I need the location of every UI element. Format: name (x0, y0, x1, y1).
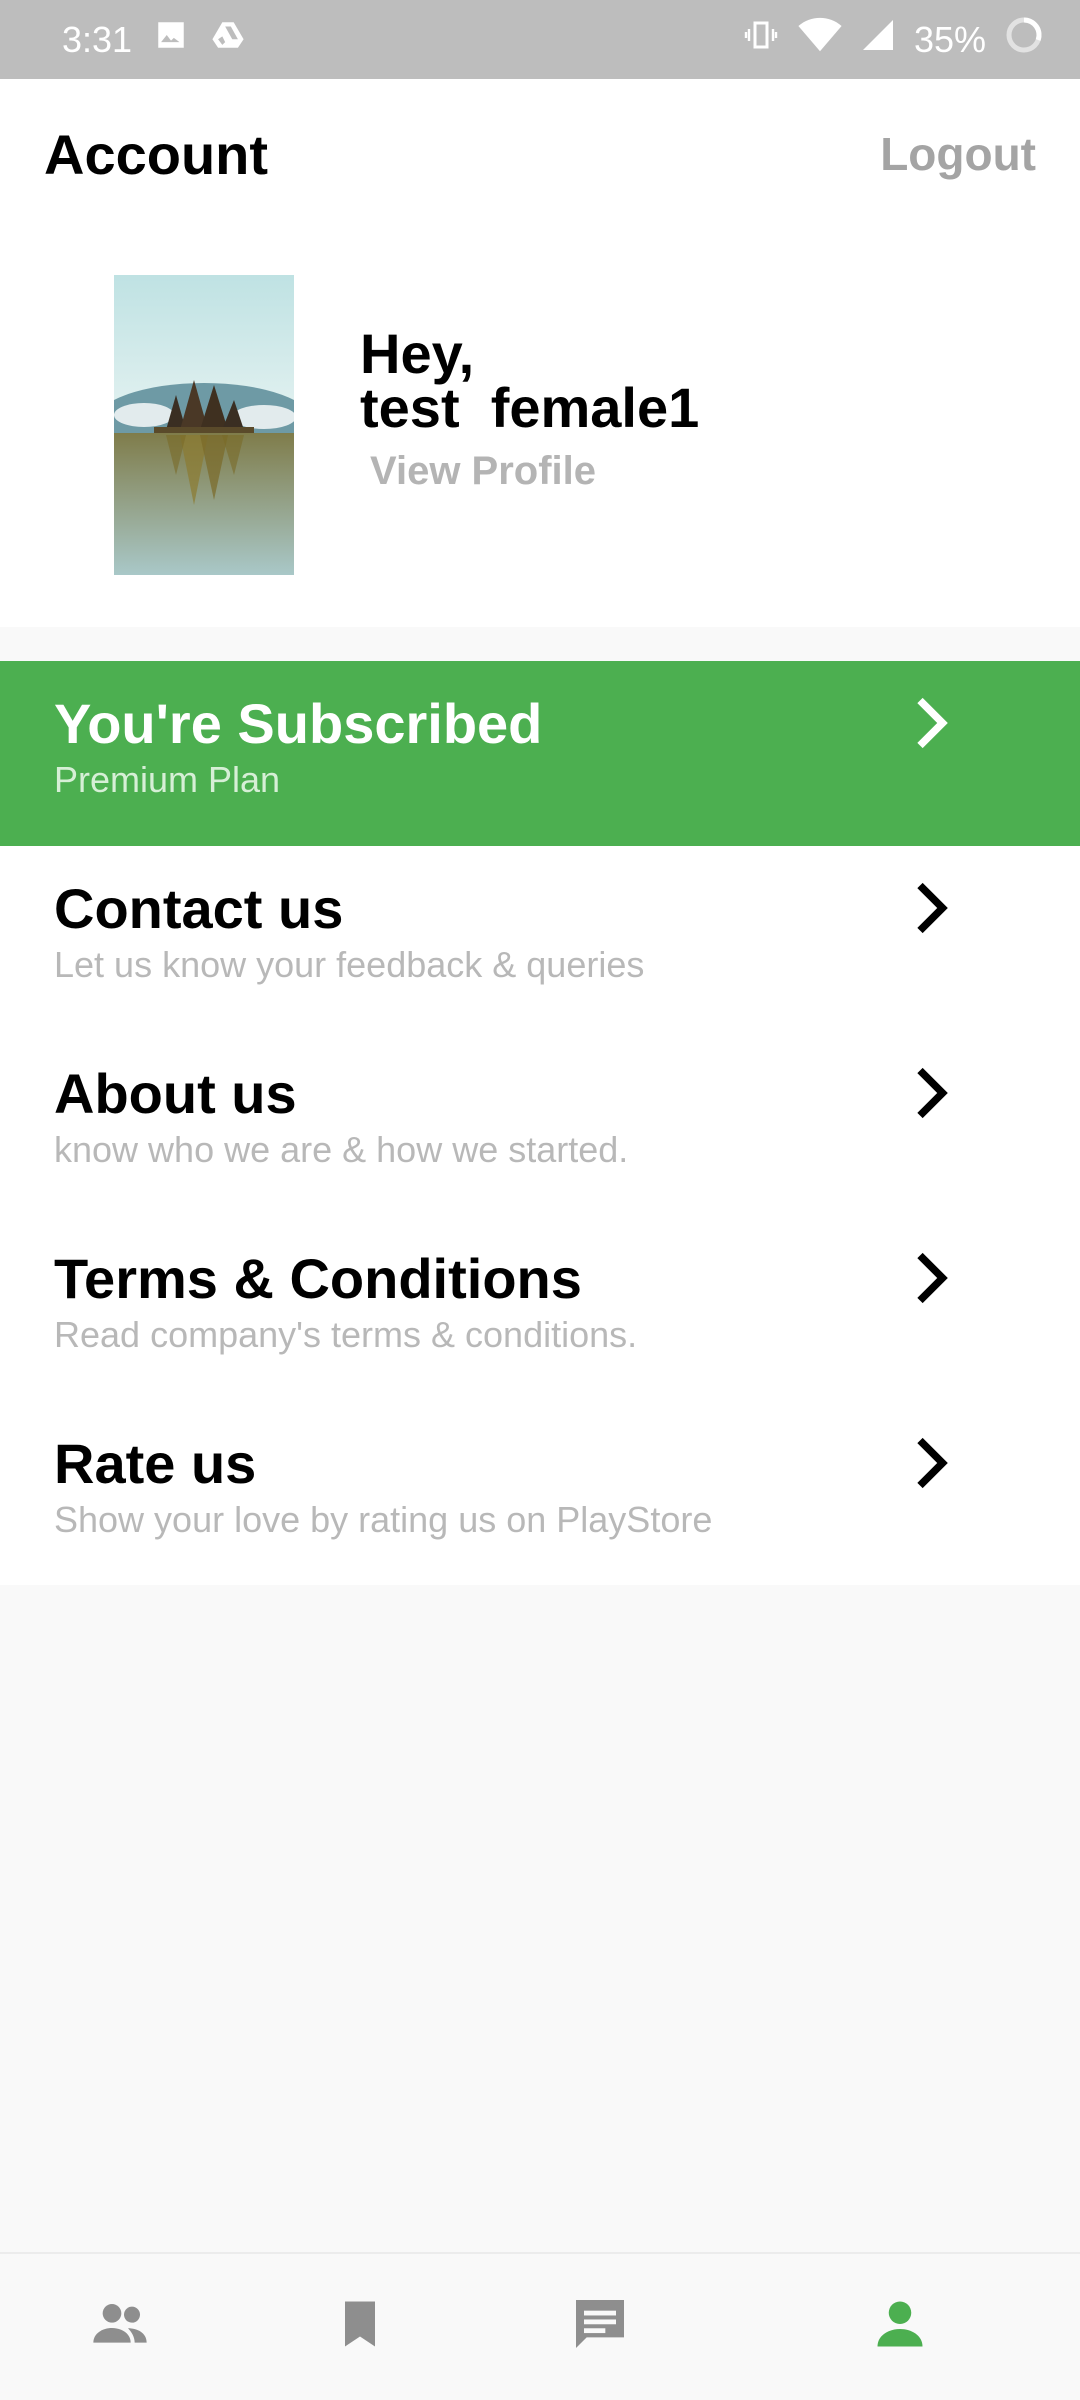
menu-item-rate-us[interactable]: Rate us Show your love by rating us on P… (0, 1401, 1080, 1586)
nav-messages[interactable] (550, 2274, 650, 2374)
chevron-right-icon (917, 882, 948, 934)
menu-item-subtitle: Premium Plan (54, 759, 281, 800)
bottom-nav (0, 2252, 1080, 2400)
status-left: 3:31 (62, 18, 246, 61)
menu-item-subtitle: Let us know your feedback & queries (54, 944, 645, 985)
menu-item-title: Terms & Conditions (54, 1247, 582, 1310)
chevron-right-icon (917, 1252, 948, 1304)
view-profile-link[interactable]: View Profile (370, 449, 596, 494)
user-name: test female1 (360, 376, 700, 439)
menu-item-title: You're Subscribed (54, 692, 543, 755)
chevron-right-icon (917, 1067, 948, 1119)
menu-item-title: Contact us (54, 877, 344, 940)
nav-people[interactable] (70, 2274, 170, 2374)
menu-item-title: About us (54, 1062, 297, 1125)
nav-bookmarks[interactable] (310, 2274, 410, 2374)
menu-item-about-us[interactable]: About us know who we are & how we starte… (0, 1031, 1080, 1216)
signal-icon (860, 17, 896, 62)
battery-ring-icon (1004, 15, 1044, 64)
menu-item-subscription[interactable]: You're Subscribed Premium Plan (0, 661, 1080, 846)
wifi-icon (798, 17, 842, 62)
nav-account[interactable] (850, 2274, 950, 2374)
image-icon (154, 18, 188, 61)
chevron-right-icon (917, 1437, 948, 1489)
logout-button[interactable]: Logout (880, 127, 1036, 181)
menu-item-subtitle: know who we are & how we started. (54, 1129, 629, 1170)
chevron-right-icon (917, 697, 948, 749)
page-title: Account (44, 122, 268, 186)
vibrate-icon (742, 17, 780, 62)
menu-item-subtitle: Show your love by rating us on PlayStore (54, 1499, 713, 1540)
status-right: 35% (742, 15, 1044, 64)
menu-item-title: Rate us (54, 1432, 257, 1495)
people-icon (93, 2304, 147, 2343)
greeting: Hey, test female1 (360, 326, 699, 436)
drive-icon (210, 18, 246, 61)
menu-list: You're Subscribed Premium Plan Contact u… (0, 661, 1080, 1585)
app-bar: Account Logout (0, 79, 1080, 229)
avatar[interactable] (114, 275, 294, 575)
status-battery: 35% (913, 18, 986, 60)
menu-item-subtitle: Read company's terms & conditions. (54, 1314, 638, 1355)
menu-item-contact-us[interactable]: Contact us Let us know your feedback & q… (0, 846, 1080, 1031)
status-time: 3:31 (62, 18, 133, 60)
menu-item-terms[interactable]: Terms & Conditions Read company's terms … (0, 1216, 1080, 1401)
avatar-image (114, 275, 294, 575)
chat-icon (576, 2300, 624, 2348)
bookmark-icon (345, 2301, 375, 2347)
profile-card: Hey, test female1 View Profile (0, 229, 1080, 627)
person-icon (877, 2301, 923, 2347)
status-bar: 3:31 35% (0, 0, 1080, 79)
